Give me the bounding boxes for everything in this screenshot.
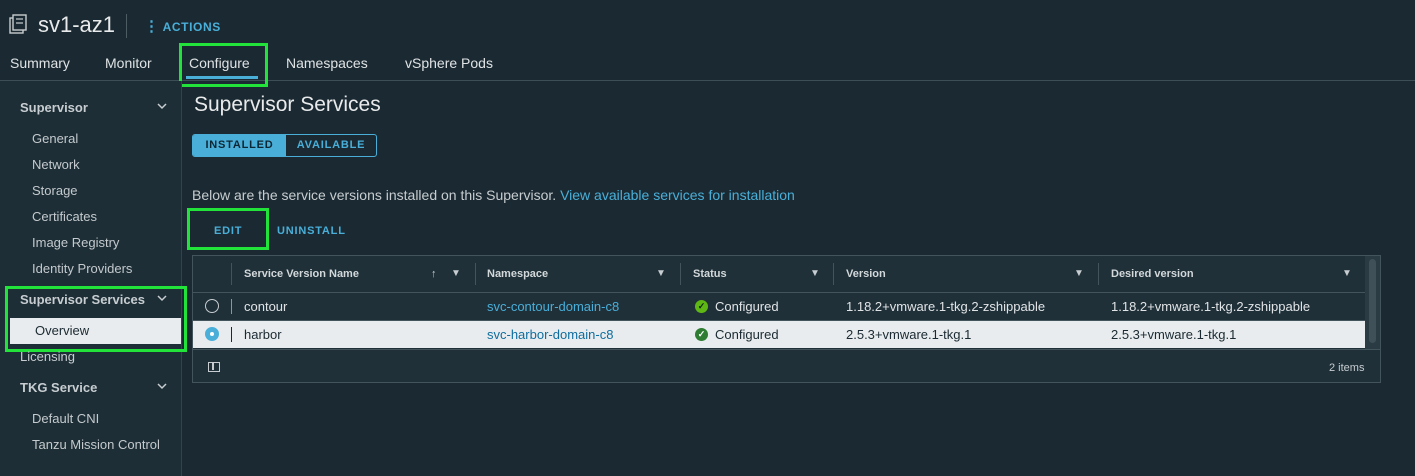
actions-menu-button[interactable]: ⋮ ACTIONS (144, 17, 221, 35)
available-tab-button[interactable]: AVAILABLE (286, 135, 376, 156)
tab-summary[interactable]: Summary (10, 55, 70, 71)
sidebar-item-storage[interactable]: Storage (32, 183, 78, 198)
filter-icon[interactable]: ▼ (1342, 268, 1352, 279)
column-toggle-icon[interactable] (208, 362, 220, 372)
sidebar-item-default-cni[interactable]: Default CNI (32, 411, 99, 426)
column-header-status[interactable]: Status (693, 268, 727, 280)
filter-icon[interactable]: ▼ (810, 268, 820, 279)
installed-tab-button[interactable]: INSTALLED (193, 135, 286, 156)
sidebar-item-licensing[interactable]: Licensing (20, 349, 75, 364)
sort-ascending-icon[interactable]: ↑ (431, 268, 437, 280)
tab-vsphere-pods[interactable]: vSphere Pods (405, 55, 493, 71)
chevron-down-icon[interactable] (156, 380, 168, 395)
sidebar-group-tkg-service[interactable]: TKG Service (20, 380, 97, 395)
column-header-service-version-name[interactable]: Service Version Name (244, 268, 359, 280)
description-text: Below are the service versions installed… (192, 187, 557, 203)
table-row[interactable]: contour svc-contour-domain-c8 ✓ Configur… (193, 293, 1365, 320)
row-select-radio[interactable] (205, 299, 219, 313)
row-separator (231, 327, 232, 342)
item-count: 2 items (1329, 362, 1365, 374)
description: Below are the service versions installed… (192, 187, 795, 203)
status-cell: Configured (715, 327, 779, 342)
row-select-radio[interactable] (205, 327, 219, 341)
sidebar-item-image-registry[interactable]: Image Registry (32, 235, 119, 250)
cluster-icon (8, 14, 28, 36)
tab-namespaces[interactable]: Namespaces (286, 55, 368, 71)
service-name-cell: harbor (244, 327, 282, 342)
services-datagrid: Service Version Name ↑ ▼ Namespace ▼ Sta… (192, 255, 1381, 383)
column-header-namespace[interactable]: Namespace (487, 268, 548, 280)
column-header-desired-version[interactable]: Desired version (1111, 268, 1194, 280)
tabs-divider (0, 80, 1415, 81)
service-name-cell: contour (244, 299, 288, 314)
row-separator (231, 299, 232, 314)
chevron-down-icon[interactable] (156, 100, 168, 115)
column-separator (833, 263, 834, 285)
footer-divider (193, 349, 1380, 350)
filter-icon[interactable]: ▼ (451, 268, 461, 279)
filter-icon[interactable]: ▼ (1074, 268, 1084, 279)
sidebar-item-network[interactable]: Network (32, 157, 80, 172)
status-cell: Configured (715, 299, 779, 314)
desired-version-cell: 1.18.2+vmware.1-tkg.2-zshippable (1111, 299, 1311, 314)
version-cell: 1.18.2+vmware.1-tkg.2-zshippable (846, 299, 1046, 314)
more-vertical-icon: ⋮ (144, 18, 160, 35)
desired-version-cell: 2.5.3+vmware.1-tkg.1 (1111, 327, 1237, 342)
view-available-services-link[interactable]: View available services for installation (560, 187, 795, 203)
chevron-down-icon[interactable] (156, 292, 168, 307)
filter-icon[interactable]: ▼ (656, 268, 666, 279)
check-circle-icon: ✓ (695, 300, 708, 313)
page-title: sv1-az1 (38, 12, 116, 37)
check-circle-icon: ✓ (695, 328, 708, 341)
actions-label: ACTIONS (162, 20, 221, 34)
sidebar-item-general[interactable]: General (32, 131, 78, 146)
version-cell: 2.5.3+vmware.1-tkg.1 (846, 327, 972, 342)
tab-monitor[interactable]: Monitor (105, 55, 152, 71)
edit-button[interactable]: EDIT (214, 225, 242, 237)
column-separator (475, 263, 476, 285)
sidebar-item-identity-providers[interactable]: Identity Providers (32, 261, 132, 276)
sidebar-item-label: Overview (35, 323, 90, 338)
column-separator (1098, 263, 1099, 285)
section-heading: Supervisor Services (194, 93, 381, 116)
sidebar-group-supervisor-services[interactable]: Supervisor Services (20, 292, 145, 307)
column-separator (680, 263, 681, 285)
installed-available-toggle: INSTALLED AVAILABLE (192, 134, 377, 157)
sidebar-group-supervisor[interactable]: Supervisor (20, 100, 88, 115)
namespace-link[interactable]: svc-harbor-domain-c8 (487, 327, 613, 342)
sidebar-item-overview[interactable]: Overview (10, 318, 181, 344)
table-row[interactable]: harbor svc-harbor-domain-c8 ✓ Configured… (193, 321, 1365, 348)
sidebar-item-tanzu-mission-control[interactable]: Tanzu Mission Control (32, 437, 160, 452)
scrollbar-thumb[interactable] (1369, 259, 1376, 343)
sidebar-item-certificates[interactable]: Certificates (32, 209, 97, 224)
column-header-version[interactable]: Version (846, 268, 886, 280)
active-tab-indicator (186, 76, 258, 79)
namespace-link[interactable]: svc-contour-domain-c8 (487, 299, 619, 314)
tab-configure[interactable]: Configure (189, 55, 250, 71)
column-separator (231, 263, 232, 285)
uninstall-button[interactable]: UNINSTALL (277, 225, 346, 237)
title-divider (126, 14, 127, 38)
